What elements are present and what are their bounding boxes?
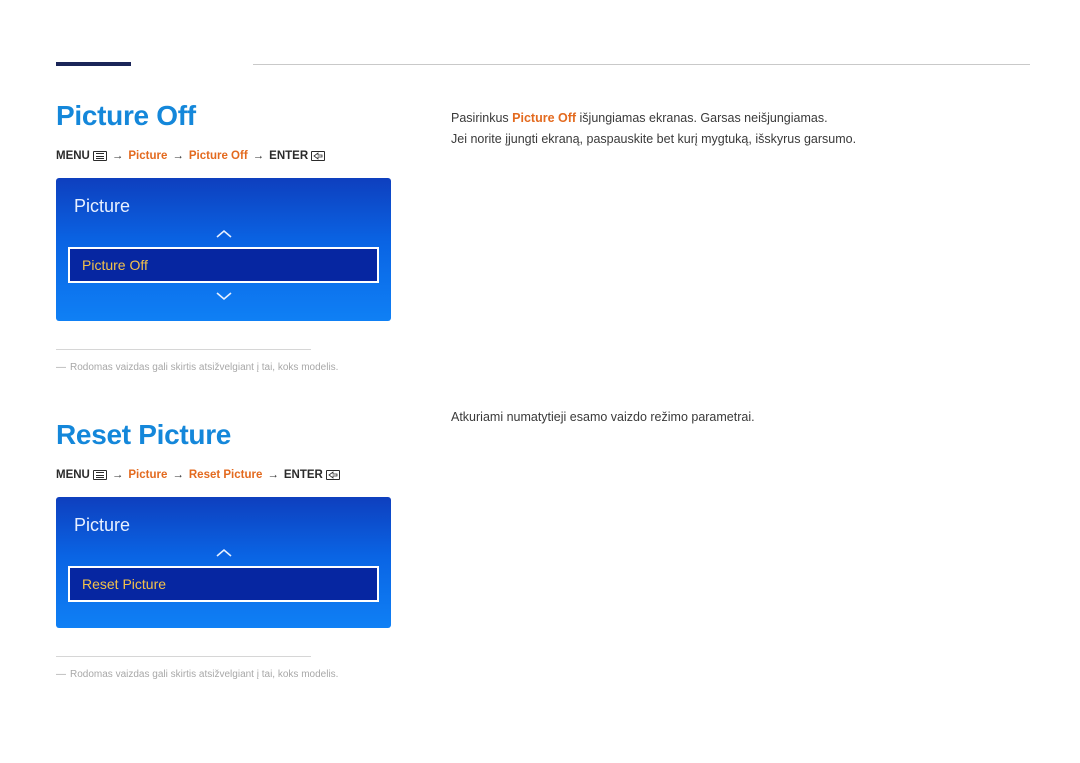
- enter-icon: [326, 470, 340, 480]
- footnote-text: ― Rodomas vaizdas gali skirtis atsižvelgi…: [56, 667, 391, 682]
- header-accent-bar: [56, 62, 131, 66]
- breadcrumb-enter-label: ENTER: [269, 150, 308, 162]
- osd-panel-picture-off: Picture Picture Off: [56, 178, 391, 321]
- menu-icon: [93, 151, 107, 161]
- section-heading-reset-picture: Reset Picture: [56, 419, 391, 451]
- body-text-highlight: Picture Off: [512, 111, 576, 125]
- chevron-up-icon[interactable]: [68, 546, 379, 560]
- body-paragraph: Jei norite įjungti ekraną, paspauskite b…: [451, 129, 1030, 150]
- dash-glyph: ―: [56, 362, 66, 373]
- arrow-glyph: →: [251, 150, 267, 162]
- chevron-down-icon[interactable]: [68, 289, 379, 303]
- arrow-glyph: →: [170, 150, 186, 162]
- menu-icon: [93, 470, 107, 480]
- footnote-text: ― Rodomas vaizdas gali skirtis atsižvelgi…: [56, 360, 391, 375]
- dash-glyph: ―: [56, 669, 66, 680]
- osd-panel-title: Picture: [74, 515, 375, 536]
- arrow-glyph: →: [265, 469, 281, 481]
- header-divider: [253, 64, 1030, 65]
- arrow-glyph: →: [110, 150, 126, 162]
- body-paragraph: Pasirinkus Picture Off išjungiamas ekran…: [451, 108, 1030, 129]
- body-text-suffix: išjungiamas ekranas. Garsas neišjungiama…: [576, 111, 828, 125]
- osd-selected-item[interactable]: Picture Off: [68, 247, 379, 283]
- footnote-divider: [56, 656, 311, 657]
- chevron-up-icon[interactable]: [68, 227, 379, 241]
- osd-panel-reset-picture: Picture Reset Picture: [56, 497, 391, 628]
- breadcrumb-item: Picture Off: [189, 150, 248, 162]
- breadcrumb-item: Picture: [128, 150, 167, 162]
- breadcrumb-menu-label: MENU: [56, 469, 90, 481]
- osd-panel-title: Picture: [74, 196, 375, 217]
- footnote-content: Rodomas vaizdas gali skirtis atsižvelgia…: [70, 362, 338, 373]
- arrow-glyph: →: [110, 469, 126, 481]
- body-paragraph: Atkuriami numatytieji esamo vaizdo režim…: [451, 407, 1030, 428]
- breadcrumb-enter-label: ENTER: [284, 469, 323, 481]
- arrow-glyph: →: [170, 469, 186, 481]
- breadcrumb-menu-label: MENU: [56, 150, 90, 162]
- footnote-content: Rodomas vaizdas gali skirtis atsižvelgia…: [70, 669, 338, 680]
- page-content: Picture Off MENU → Picture → Picture Off…: [0, 0, 1080, 722]
- breadcrumb-picture-off: MENU → Picture → Picture Off → ENTER: [56, 150, 391, 162]
- body-text-prefix: Pasirinkus: [451, 111, 512, 125]
- breadcrumb-item: Picture: [128, 469, 167, 481]
- footnote-divider: [56, 349, 311, 350]
- enter-icon: [311, 151, 325, 161]
- section-heading-picture-off: Picture Off: [56, 100, 391, 132]
- osd-selected-item[interactable]: Reset Picture: [68, 566, 379, 602]
- breadcrumb-reset-picture: MENU → Picture → Reset Picture → ENTER: [56, 469, 391, 481]
- breadcrumb-item: Reset Picture: [189, 469, 263, 481]
